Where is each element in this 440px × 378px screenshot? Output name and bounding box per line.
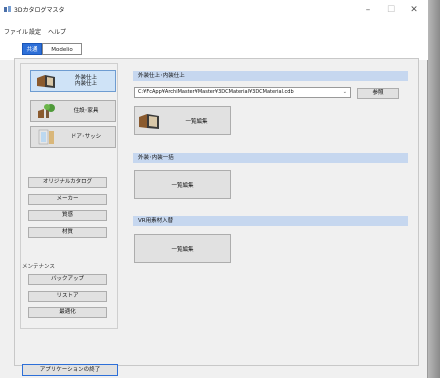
texture-button[interactable]: 質感 [28, 210, 107, 221]
menu-settings[interactable]: 設定 [29, 27, 41, 36]
category-furniture-label: 住設･家具 [73, 108, 99, 114]
close-button[interactable]: ✕ [404, 3, 424, 17]
browse-button[interactable]: 参照 [357, 88, 399, 99]
tab-modelio[interactable]: Modelio [42, 43, 82, 55]
restore-button[interactable]: リストア [28, 291, 107, 302]
tab-common[interactable]: 共通 [22, 43, 42, 55]
maximize-button[interactable]: ☐ [381, 3, 401, 17]
app-icon [4, 6, 11, 12]
menu-bar: ファイル 設定 ヘルプ [0, 20, 428, 38]
original-catalog-button[interactable]: オリジナルカタログ [28, 177, 107, 188]
chevron-down-icon: ⌄ [342, 89, 347, 95]
category-door-sash-button[interactable]: ドア･サッシ [30, 126, 116, 148]
category-door-sash-label: ドア･サッシ [70, 134, 102, 140]
optimize-button[interactable]: 最適化 [28, 307, 107, 318]
list-edit-label: 一覧編集 [185, 118, 208, 125]
material-button[interactable]: 材質 [28, 227, 107, 238]
window-title: 3Dカタログマスタ [14, 7, 65, 14]
maker-button[interactable]: メーカー [28, 194, 107, 205]
door-icon [38, 129, 54, 145]
title-bar: 3Dカタログマスタ – ☐ ✕ [0, 0, 428, 20]
menu-help[interactable]: ヘルプ [48, 27, 66, 36]
list-edit-label: 一覧編集 [171, 246, 194, 253]
category-furniture-button[interactable]: 住設･家具 [30, 100, 116, 122]
exit-application-button[interactable]: アプリケーションの終了 [22, 364, 118, 376]
category-exterior-interior-button[interactable]: 外装仕上 内装仕上 [30, 70, 116, 92]
menu-file[interactable]: ファイル [4, 27, 28, 36]
section-header-bulk: 外装･内装一括 [133, 153, 408, 163]
window-shadow [428, 0, 440, 378]
app-window: 3Dカタログマスタ – ☐ ✕ ファイル 設定 ヘルプ 共通 Modelio 外… [0, 0, 428, 378]
section-header-exterior-interior: 外装仕上･内装仕上 [133, 71, 408, 81]
tab-bar: 共通 Modelio [0, 38, 428, 60]
category-exterior-interior-label: 外装仕上 内装仕上 [74, 75, 97, 87]
database-path-value: C:¥FcApp¥ArchiMaster¥Master¥3DCMaterial¥… [138, 89, 294, 95]
maintenance-label: メンテナンス [22, 264, 55, 270]
backup-button[interactable]: バックアップ [28, 274, 107, 285]
database-path-select[interactable]: C:¥FcApp¥ArchiMaster¥Master¥3DCMaterial¥… [134, 87, 351, 98]
list-edit-button-exterior-interior[interactable]: 一覧編集 [134, 106, 231, 135]
list-edit-button-bulk[interactable]: 一覧編集 [134, 170, 231, 199]
list-edit-label: 一覧編集 [171, 182, 194, 189]
section-header-vr-material: VR用素材入替 [133, 216, 408, 226]
list-edit-button-vr-material[interactable]: 一覧編集 [134, 234, 231, 263]
wall-material-icon [139, 114, 159, 129]
furniture-icon [38, 104, 55, 118]
minimize-button[interactable]: – [358, 3, 378, 17]
wall-material-icon [37, 75, 55, 88]
